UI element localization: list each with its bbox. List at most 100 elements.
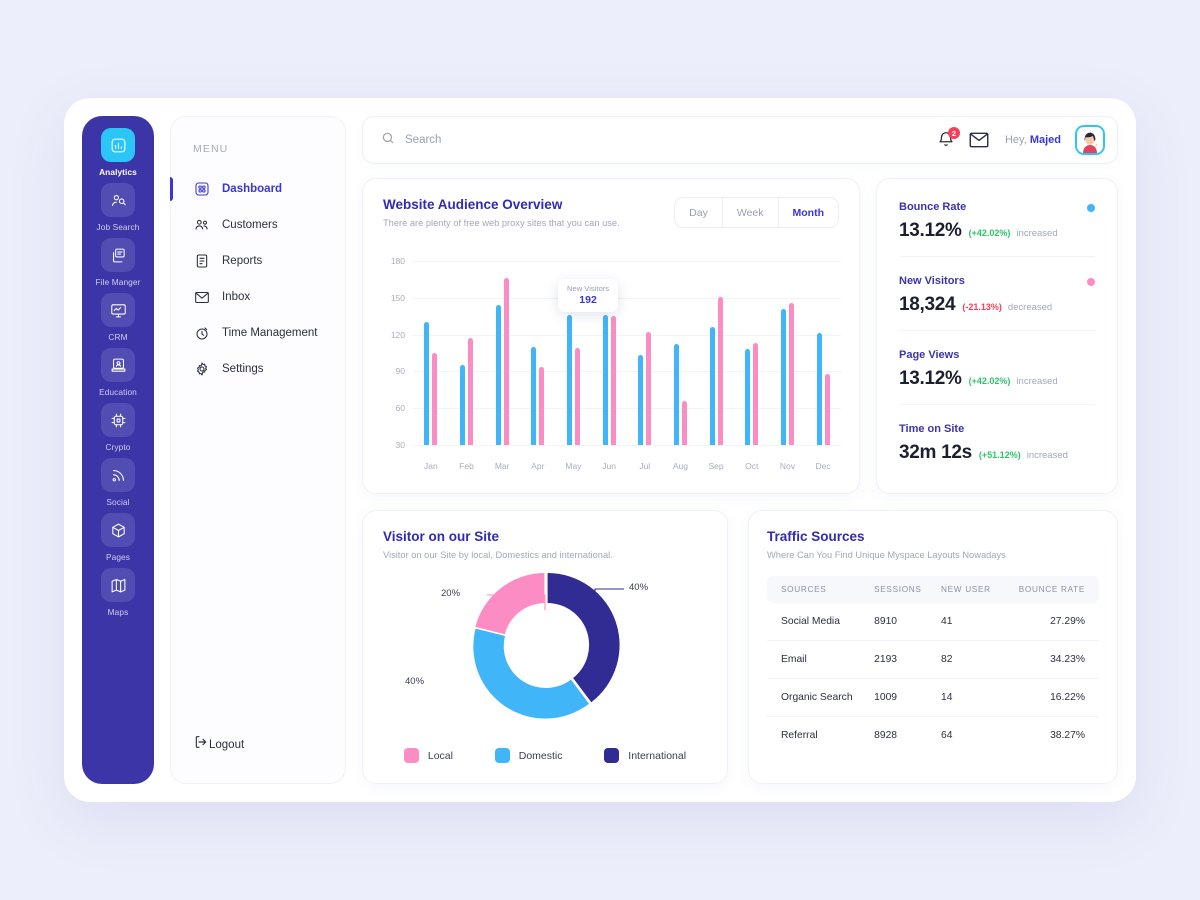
bar-visitors (780, 308, 786, 445)
gear-icon (193, 361, 210, 378)
rail-item-job-search[interactable]: Job Search (90, 183, 146, 232)
rail-item-maps[interactable]: Maps (90, 568, 146, 617)
messages-button[interactable] (969, 132, 989, 148)
stat-delta: (-21.13%) (962, 302, 1002, 312)
stat-delta: (+51.12%) (978, 450, 1021, 460)
bar-group[interactable] (673, 344, 687, 445)
donut-slice-domestic (473, 628, 589, 719)
menu-item-reports[interactable]: Reports (171, 243, 345, 279)
rail-item-label: Education (99, 387, 137, 397)
table-row[interactable]: Social Media 8910 41 27.29% (767, 603, 1099, 641)
bar-group[interactable] (709, 296, 723, 445)
column-header[interactable]: NEW USER (927, 576, 997, 603)
x-tick-label: May (565, 461, 582, 471)
cell-source: Email (767, 640, 861, 679)
search-box[interactable] (381, 131, 937, 150)
legend-item-domestic[interactable]: Domestic (494, 748, 563, 763)
stat-list: Bounce Rate 13.12% (+42.02%) increased New V… (899, 183, 1095, 479)
bar-new-visitors (824, 373, 830, 445)
rail-item-label: Job Search (96, 222, 140, 232)
menu-sidebar: MENU Dashboard Customers Reports Inbox Time … (170, 116, 346, 784)
menu-item-time-management[interactable]: Time Management (171, 315, 345, 351)
bar-new-visitors (717, 296, 723, 445)
top-bar-actions: 2 Hey, Majed (937, 125, 1105, 155)
bar-group[interactable] (566, 314, 580, 445)
column-header[interactable]: SOURCES (767, 576, 861, 603)
gridline (413, 445, 841, 446)
rail-item-social[interactable]: Social (90, 458, 146, 507)
bar-visitors (566, 314, 572, 445)
legend-swatch (604, 748, 620, 763)
logout-label: Logout (209, 738, 245, 751)
legend-label: International (628, 749, 687, 762)
notifications-button[interactable]: 2 (937, 127, 960, 150)
table-row[interactable]: Organic Search 1009 14 16.22% (767, 678, 1099, 717)
bar-group[interactable] (780, 302, 794, 445)
range-option-day[interactable]: Day (675, 198, 722, 227)
avatar[interactable] (1075, 125, 1105, 155)
chart-tooltip: New Visitors 192 (558, 279, 619, 312)
app-window: Analytics Job Search File Manger CRM Educati… (64, 98, 1136, 802)
bar-group[interactable] (638, 332, 652, 445)
menu-item-settings[interactable]: Settings (171, 351, 345, 387)
legend-swatch (494, 748, 510, 763)
bar-group[interactable] (459, 338, 473, 445)
users-icon (193, 217, 210, 234)
stat-trend-word: increased (1016, 376, 1058, 387)
stat-label: Page Views (899, 349, 960, 361)
bar-visitors (424, 322, 430, 445)
menu-item-customers[interactable]: Customers (171, 207, 345, 243)
column-header[interactable]: SESSIONS (860, 576, 928, 603)
bar-group[interactable] (531, 346, 545, 445)
bar-group[interactable] (495, 278, 509, 445)
x-tick-label: Sep (708, 461, 724, 471)
bar-new-visitors (574, 348, 580, 445)
x-tick-label: Aug (672, 461, 688, 471)
monitor-icon (101, 293, 135, 327)
stat-time-on-site: Time on Site 32m 12s (+51.12%) increased (899, 405, 1095, 479)
cube-icon (101, 513, 135, 547)
visitor-title: Visitor on our Site (383, 529, 500, 544)
table-row[interactable]: Email 2193 82 34.23% (767, 640, 1099, 679)
rail-item-crm[interactable]: CRM (90, 293, 146, 342)
menu-item-inbox[interactable]: Inbox (171, 279, 345, 315)
column-header[interactable]: BOUNCE RATE (996, 576, 1099, 603)
table-row[interactable]: Referral 8928 64 38.27% (767, 717, 1099, 755)
bar-group[interactable] (745, 343, 759, 445)
rail-item-analytics[interactable]: Analytics (90, 128, 146, 177)
rail-item-file-manger[interactable]: File Manger (90, 238, 146, 287)
cell-sessions: 2193 (860, 640, 928, 679)
bar-group[interactable] (602, 314, 616, 445)
traffic-subtitle: Where Can You Find Unique Myspace Layout… (767, 550, 1006, 560)
stat-label: New Visitors (899, 275, 965, 287)
legend-item-local[interactable]: Local (403, 748, 453, 763)
rail-item-pages[interactable]: Pages (90, 513, 146, 562)
bar-group[interactable] (424, 322, 438, 445)
x-tick-label: Mar (494, 461, 510, 471)
range-option-month[interactable]: Month (777, 198, 839, 227)
menu-item-label: Dashboard (222, 183, 283, 195)
x-tick-label: Feb (459, 461, 474, 471)
stat-new-visitors: New Visitors 18,324 (-21.13%) decreased (899, 257, 1095, 331)
y-tick-label: 180 (390, 256, 405, 266)
logout-button[interactable]: Logout (171, 734, 244, 755)
search-input[interactable] (405, 134, 665, 146)
bar-visitors (709, 327, 715, 445)
bar-group[interactable] (816, 333, 830, 445)
y-tick-label: 90 (395, 366, 405, 377)
rail-item-crypto[interactable]: Crypto (90, 403, 146, 452)
chip-icon (101, 403, 135, 437)
bar-visitors (531, 346, 537, 445)
envelope-icon (193, 289, 210, 306)
donut-legend: Local Domestic International (383, 748, 707, 763)
legend-item-international[interactable]: International (604, 748, 686, 763)
y-tick-label: 150 (390, 292, 405, 303)
range-option-week[interactable]: Week (721, 198, 778, 227)
cell-bounce-rate: 16.22% (996, 678, 1099, 717)
menu-item-dashboard[interactable]: Dashboard (170, 171, 345, 207)
traffic-title: Traffic Sources (767, 529, 865, 544)
rail-item-education[interactable]: Education (90, 348, 146, 397)
stat-color-dot (1087, 204, 1095, 212)
x-axis-labels: Jan Feb Mar Apr May Jun Jul Aug Sep Oct Nov Dec (413, 461, 841, 471)
cell-new-user: 64 (941, 730, 953, 741)
